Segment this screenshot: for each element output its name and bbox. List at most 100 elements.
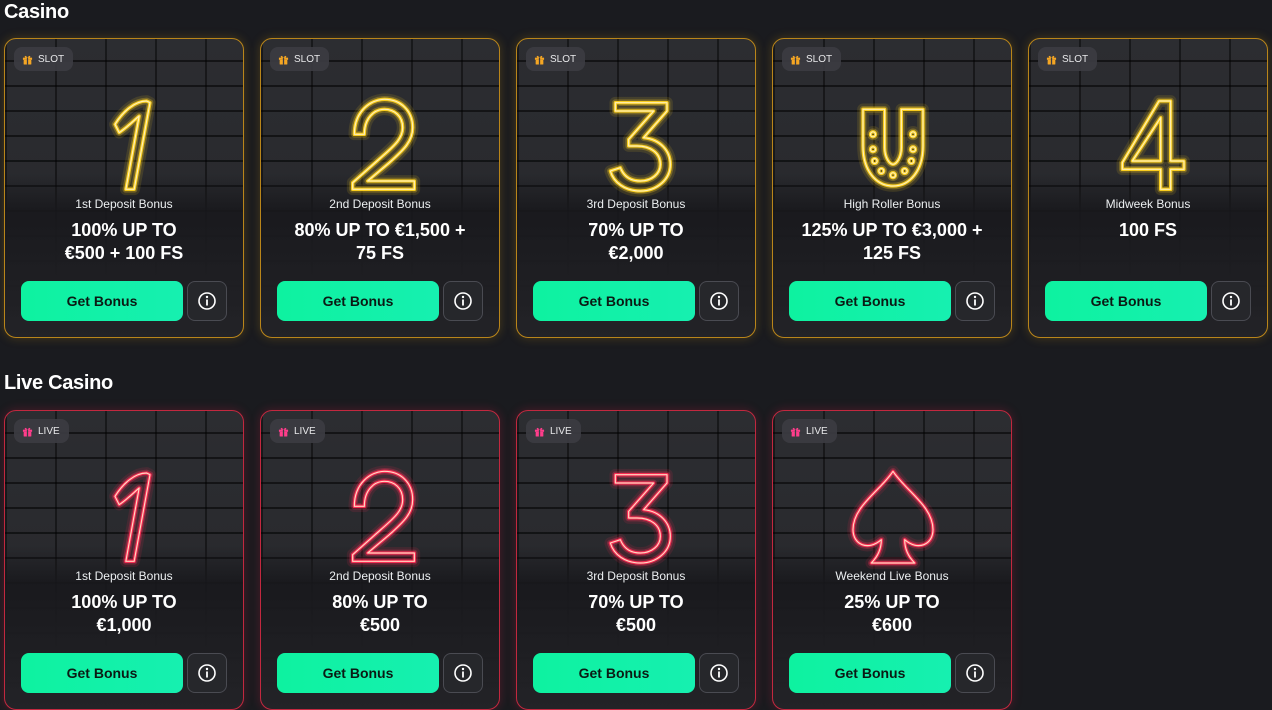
bonus-offer: 80% UP TO €1,500 + 75 FS: [271, 219, 489, 265]
bonus-name: 1st Deposit Bonus: [75, 197, 173, 211]
category-badge: LIVE: [782, 419, 837, 443]
neon-horseshoe-icon: [857, 103, 929, 192]
info-button[interactable]: [699, 281, 739, 321]
bonus-name: 2nd Deposit Bonus: [329, 197, 431, 211]
gift-icon: [278, 55, 289, 64]
gift-icon: [22, 427, 33, 436]
category-badge: LIVE: [14, 419, 69, 443]
neon-two-icon: [346, 93, 421, 196]
info-icon: [710, 292, 728, 310]
bonus-name: High Roller Bonus: [843, 197, 941, 211]
info-button[interactable]: [443, 653, 483, 693]
bonus-offer: 100% UP TO €500 + 100 FS: [15, 219, 233, 265]
badge-label: SLOT: [38, 53, 65, 65]
bonus-offer: 70% UP TO €2,000: [527, 219, 745, 265]
section-title-casino: Casino: [4, 1, 69, 23]
bonus-offer-line-1: 100% UP TO: [71, 220, 177, 240]
badge-label: LIVE: [294, 425, 316, 437]
gift-icon: [1046, 55, 1057, 64]
bonus-offer-line-2: €500 + 100 FS: [64, 243, 184, 263]
gift-icon: [790, 427, 801, 436]
info-button[interactable]: [1211, 281, 1251, 321]
gift-icon: [534, 55, 545, 64]
get-bonus-button[interactable]: Get Bonus: [789, 653, 951, 693]
neon-one-icon: [109, 95, 156, 196]
casino-cards-row: SLOT 1st Deposit Bonus 100% UP TO €500 + 10…: [4, 38, 1268, 338]
bonus-offer-line-2: €2,000: [608, 243, 664, 263]
gift-icon: [790, 55, 801, 64]
get-bonus-button[interactable]: Get Bonus: [21, 653, 183, 693]
get-bonus-button[interactable]: Get Bonus: [21, 281, 183, 321]
bonus-offer: 125% UP TO €3,000 + 125 FS: [783, 219, 1001, 265]
bonus-name: Weekend Live Bonus: [835, 569, 949, 583]
info-button[interactable]: [187, 653, 227, 693]
get-bonus-button[interactable]: Get Bonus: [277, 653, 439, 693]
bonus-offer-line-1: 70% UP TO: [588, 220, 684, 240]
gift-icon: [278, 427, 289, 436]
info-button[interactable]: [187, 281, 227, 321]
bonus-card[interactable]: SLOT High Roller Bonus 125% UP TO €3,000 +…: [772, 38, 1012, 338]
info-icon: [710, 664, 728, 682]
bonus-offer: 100 FS: [1039, 219, 1257, 242]
category-badge: SLOT: [270, 47, 330, 71]
info-icon: [966, 292, 984, 310]
info-button[interactable]: [699, 653, 739, 693]
bonus-offer-line-2: 75 FS: [355, 243, 405, 263]
bonus-offer-line-1: 25% UP TO: [844, 592, 940, 612]
info-icon: [966, 664, 984, 682]
bonus-name: 2nd Deposit Bonus: [329, 569, 431, 583]
bonus-offer-line-1: 100% UP TO: [71, 592, 177, 612]
live-casino-cards-row: LIVE 1st Deposit Bonus 100% UP TO €1,000 Get…: [4, 410, 1012, 710]
bonus-offer-line-1: 80% UP TO €1,500 +: [294, 220, 466, 240]
badge-label: SLOT: [294, 53, 321, 65]
neon-two-icon: [346, 465, 421, 568]
neon-spade-icon: [847, 465, 939, 569]
neon-four-icon: [1116, 95, 1190, 196]
bonus-card[interactable]: SLOT 1st Deposit Bonus 100% UP TO €500 + 10…: [4, 38, 244, 338]
section-title-live-casino: Live Casino: [4, 372, 113, 394]
gift-icon: [22, 55, 33, 64]
bonus-offer-line-2: €500: [359, 615, 401, 635]
category-badge: SLOT: [1038, 47, 1098, 71]
get-bonus-button[interactable]: Get Bonus: [533, 653, 695, 693]
info-button[interactable]: [443, 281, 483, 321]
badge-label: LIVE: [38, 425, 60, 437]
bonus-card[interactable]: SLOT 2nd Deposit Bonus 80% UP TO €1,500 + 7…: [260, 38, 500, 338]
bonus-offer: 100% UP TO €1,000: [15, 591, 233, 637]
bonus-card[interactable]: SLOT Midweek Bonus 100 FS Get Bonus: [1028, 38, 1268, 338]
info-icon: [198, 664, 216, 682]
info-button[interactable]: [955, 281, 995, 321]
bonus-offer-line-2: €500: [615, 615, 657, 635]
get-bonus-button[interactable]: Get Bonus: [789, 281, 951, 321]
bonus-name: 3rd Deposit Bonus: [586, 197, 686, 211]
info-icon: [454, 664, 472, 682]
bonus-name: Midweek Bonus: [1105, 197, 1191, 211]
bonus-name: 3rd Deposit Bonus: [586, 569, 686, 583]
info-button[interactable]: [955, 653, 995, 693]
badge-label: SLOT: [806, 53, 833, 65]
bonus-offer: 70% UP TO €500: [527, 591, 745, 637]
gift-icon: [534, 427, 545, 436]
neon-three-icon: [604, 96, 677, 197]
bonus-offer-line-1: 125% UP TO €3,000 +: [801, 220, 983, 240]
bonus-offer: 80% UP TO €500: [271, 591, 489, 637]
bonus-card[interactable]: LIVE 2nd Deposit Bonus 80% UP TO €500 Get Bo…: [260, 410, 500, 710]
category-badge: LIVE: [526, 419, 581, 443]
get-bonus-button[interactable]: Get Bonus: [1045, 281, 1207, 321]
neon-one-icon: [109, 467, 156, 568]
bonus-offer-line-1: 70% UP TO: [588, 592, 684, 612]
bonus-card[interactable]: LIVE 1st Deposit Bonus 100% UP TO €1,000 Get…: [4, 410, 244, 710]
bonus-card[interactable]: SLOT 3rd Deposit Bonus 70% UP TO €2,000 Get …: [516, 38, 756, 338]
category-badge: SLOT: [782, 47, 842, 71]
bonus-card[interactable]: LIVE Weekend Live Bonus 25% UP TO €600 Get B…: [772, 410, 1012, 710]
get-bonus-button[interactable]: Get Bonus: [533, 281, 695, 321]
category-badge: LIVE: [270, 419, 325, 443]
get-bonus-button[interactable]: Get Bonus: [277, 281, 439, 321]
bonus-offer-line-2: 125 FS: [862, 243, 922, 263]
bonus-card[interactable]: LIVE 3rd Deposit Bonus 70% UP TO €500 Get Bo…: [516, 410, 756, 710]
bonus-offer-line-2: €1,000: [96, 615, 152, 635]
badge-label: LIVE: [550, 425, 572, 437]
badge-label: LIVE: [806, 425, 828, 437]
category-badge: SLOT: [526, 47, 586, 71]
bonus-name: 1st Deposit Bonus: [75, 569, 173, 583]
